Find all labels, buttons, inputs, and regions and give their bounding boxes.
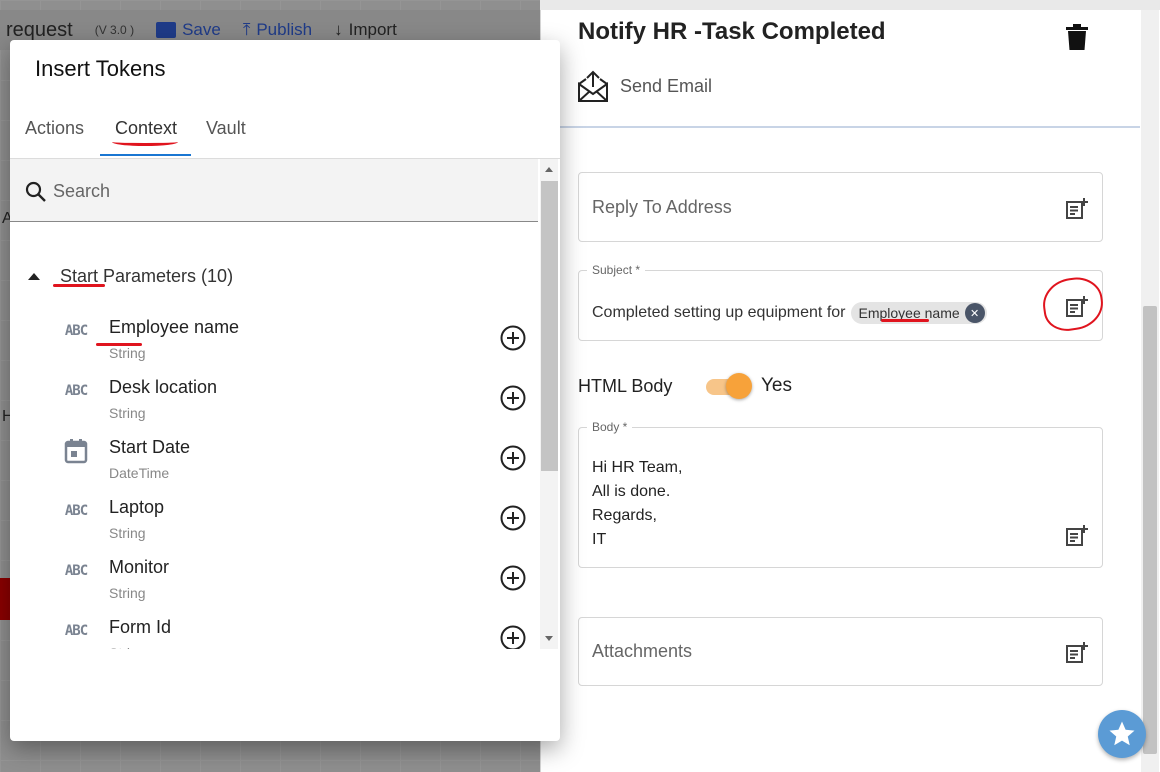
item-type: String — [109, 645, 146, 649]
item-name: Form Id — [109, 617, 172, 637]
body-value: Hi HR Team, All is done. Regards, IT — [592, 459, 683, 548]
abc-icon: ABC — [64, 383, 88, 399]
attachments-placeholder: Attachments — [592, 641, 693, 661]
search-input[interactable] — [53, 172, 523, 210]
abc-icon: ABC — [64, 563, 88, 579]
background-title: request — [6, 18, 73, 41]
insert-token-icon[interactable] — [1065, 524, 1089, 548]
trash-icon[interactable] — [1065, 24, 1089, 50]
add-circle-icon[interactable] — [500, 385, 526, 411]
tab-actions[interactable]: Actions — [25, 118, 84, 139]
insert-tokens-dialog: Insert Tokens Actions Context Vault Star… — [10, 40, 560, 741]
item-type: String — [109, 345, 146, 361]
action-type-label: Send Email — [620, 76, 713, 96]
dialog-tabs: Actions Context Vault — [10, 108, 560, 158]
scroll-up-icon[interactable] — [545, 167, 553, 172]
active-tab-indicator — [100, 154, 191, 156]
html-body-toggle-label: Yes — [761, 375, 792, 396]
insert-token-icon[interactable] — [1065, 641, 1089, 665]
reply-to-field[interactable]: Reply To Address — [578, 172, 1103, 242]
pane-header: Notify HR -Task Completed Send Email — [541, 10, 1140, 128]
save-icon — [156, 22, 177, 38]
annotation-underline — [112, 138, 178, 146]
import-icon: ↓ — [334, 20, 343, 39]
dialog-title: Insert Tokens — [35, 56, 166, 81]
background-import-button: ↓ Import — [334, 20, 397, 39]
annotation-underline — [53, 284, 105, 287]
add-circle-icon[interactable] — [500, 505, 526, 531]
calendar-icon — [60, 439, 92, 464]
list-item[interactable]: Start Date DateTime — [10, 425, 538, 485]
body-field[interactable]: Body * Hi HR Team, All is done. Regards,… — [578, 420, 1103, 568]
html-body-label: HTML Body — [578, 376, 673, 396]
list-item[interactable]: ABC Form Id String — [10, 605, 538, 649]
insert-token-icon[interactable] — [1065, 197, 1089, 221]
remove-chip-icon[interactable]: ✕ — [964, 303, 985, 323]
item-name: Desk location — [109, 377, 218, 397]
add-circle-icon[interactable] — [500, 325, 526, 351]
scroll-down-icon[interactable] — [545, 636, 553, 641]
add-circle-icon[interactable] — [500, 625, 526, 649]
star-icon — [1109, 721, 1135, 746]
item-name: Employee name — [109, 317, 240, 337]
search-box — [10, 159, 538, 222]
search-icon — [25, 181, 46, 202]
item-name: Laptop — [109, 497, 165, 517]
list-item[interactable]: ABC Employee name String — [10, 305, 538, 365]
item-type: String — [109, 585, 146, 601]
pane-scrollbar[interactable] — [1141, 10, 1159, 772]
annotation-underline — [881, 319, 929, 322]
add-circle-icon[interactable] — [500, 445, 526, 471]
list-item[interactable]: ABC Laptop String — [10, 485, 538, 545]
list-item[interactable]: ABC Desk location String — [10, 365, 538, 425]
reply-to-placeholder: Reply To Address — [592, 197, 732, 217]
tab-context[interactable]: Context — [115, 118, 177, 139]
background-save-button: Save — [156, 20, 221, 40]
item-type: DateTime — [109, 465, 170, 481]
dialog-scrollbar-thumb[interactable] — [541, 181, 558, 471]
annotation-underline — [96, 343, 142, 346]
subject-field[interactable]: Subject * Completed setting up equipment… — [578, 263, 1103, 341]
subject-label: Subject * — [587, 263, 646, 277]
background-version: (V 3.0 ) — [94, 23, 135, 37]
email-action-pane: Notify HR -Task Completed Send Email Rep… — [540, 10, 1160, 772]
abc-icon: ABC — [64, 323, 88, 339]
pane-title: Notify HR -Task Completed — [578, 18, 886, 45]
background-publish-button: ⤒ Publish — [242, 20, 313, 39]
abc-icon: ABC — [64, 623, 88, 639]
caret-up-icon — [28, 273, 40, 280]
item-type: String — [109, 525, 146, 541]
item-name: Start Date — [109, 437, 191, 457]
token-list: ABC Employee name String ABC Desk locati… — [10, 305, 538, 649]
body-label: Body * — [587, 420, 633, 434]
publish-icon: ⤒ — [242, 20, 251, 39]
item-type: String — [109, 405, 146, 421]
attachments-field[interactable]: Attachments — [578, 617, 1103, 686]
item-name: Monitor — [109, 557, 170, 577]
tab-vault[interactable]: Vault — [206, 118, 246, 139]
list-item[interactable]: ABC Monitor String — [10, 545, 538, 605]
add-circle-icon[interactable] — [500, 565, 526, 591]
send-email-icon — [578, 70, 608, 102]
abc-icon: ABC — [64, 503, 88, 519]
pane-scrollbar-thumb[interactable] — [1143, 306, 1157, 754]
html-body-toggle[interactable] — [706, 373, 752, 399]
toggle-knob — [726, 373, 752, 399]
favorite-button[interactable] — [1098, 710, 1146, 758]
dialog-scrollbar[interactable] — [540, 159, 558, 649]
